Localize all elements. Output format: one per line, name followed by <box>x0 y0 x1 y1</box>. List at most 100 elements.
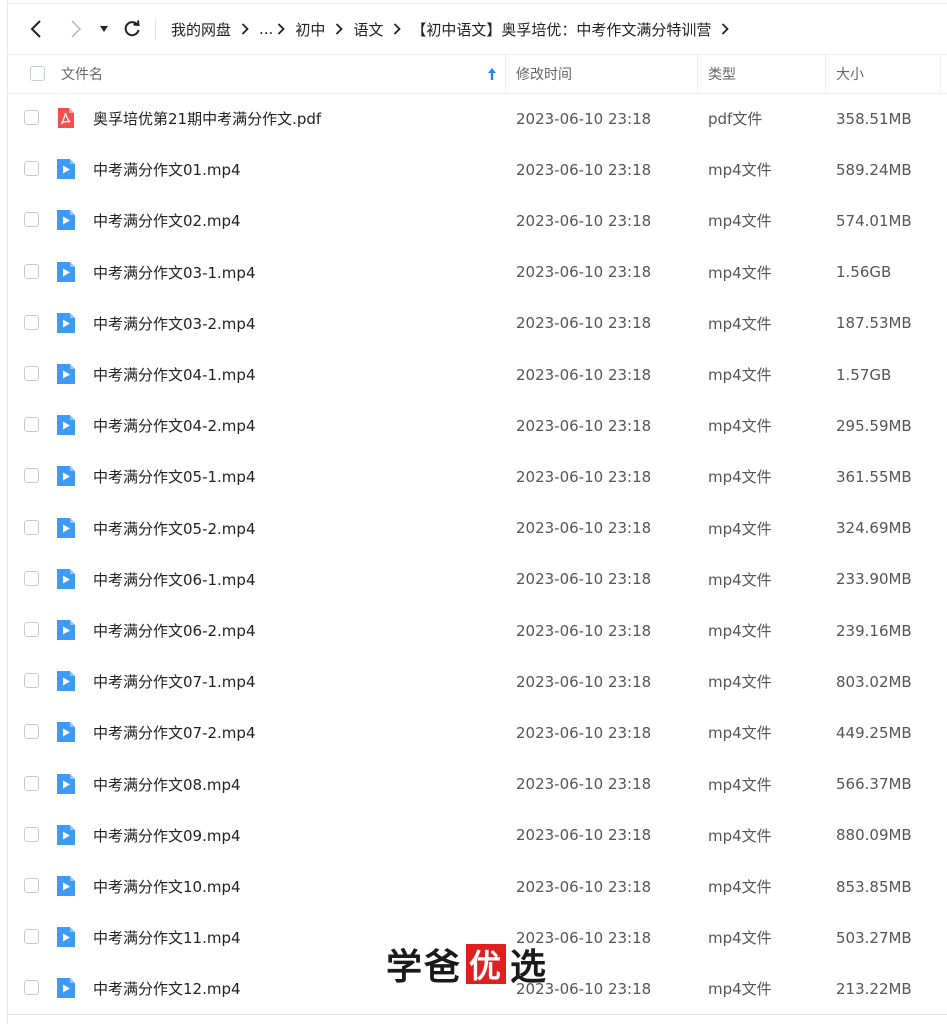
video-icon <box>57 620 75 640</box>
file-row[interactable]: 中考满分作文03-2.mp4 2023-06-10 23:18 mp4文件 187.5… <box>7 298 947 349</box>
column-header-name[interactable]: 文件名 <box>61 55 103 93</box>
file-row[interactable]: 中考满分作文04-1.mp4 2023-06-10 23:18 mp4文件 1.57G… <box>7 349 947 400</box>
file-modified-time: 2023-06-10 23:18 <box>516 621 652 640</box>
sort-ascending-icon[interactable] <box>487 67 497 81</box>
file-list-header: 文件名 修改时间 类型 大小 <box>7 54 947 94</box>
file-row[interactable]: 中考满分作文09.mp4 2023-06-10 23:18 mp4文件 880.09M… <box>7 810 947 861</box>
file-name: 中考满分作文07-1.mp4 <box>93 673 256 692</box>
watermark-logo: 学 爸 优 选 <box>386 941 549 988</box>
caret-down-icon <box>100 26 108 32</box>
column-header-modified[interactable]: 修改时间 <box>516 55 572 93</box>
file-size: 233.90MB <box>836 570 912 589</box>
file-name: 中考满分作文04-1.mp4 <box>93 366 256 384</box>
breadcrumb-item-junior-high[interactable]: 初中 <box>295 19 325 40</box>
forward-button[interactable] <box>65 16 87 42</box>
breadcrumb-item-ellipsis[interactable]: ... <box>259 20 273 38</box>
file-modified-time: 2023-06-10 23:18 <box>516 672 652 691</box>
watermark-char: 选 <box>510 946 549 988</box>
file-modified-time: 2023-06-10 23:18 <box>516 519 652 538</box>
file-type: mp4文件 <box>708 468 772 487</box>
file-row[interactable]: 中考满分作文01.mp4 2023-06-10 23:18 mp4文件 589.24M… <box>7 144 947 195</box>
file-row[interactable]: 中考满分作文07-2.mp4 2023-06-10 23:18 mp4文件 449.2… <box>7 707 947 758</box>
file-name: 中考满分作文06-1.mp4 <box>93 570 256 589</box>
file-size: 1.56GB <box>836 263 892 282</box>
video-icon <box>57 978 75 999</box>
row-checkbox[interactable] <box>24 468 39 484</box>
file-name: 中考满分作文02.mp4 <box>93 212 241 231</box>
file-name: 奥孚培优第21期中考满分作文.pdf <box>93 110 322 128</box>
file-row[interactable]: 中考满分作文10.mp4 2023-06-10 23:18 mp4文件 853.85M… <box>7 861 947 912</box>
row-checkbox[interactable] <box>24 724 39 740</box>
file-row[interactable]: 中考满分作文03-1.mp4 2023-06-10 23:18 mp4文件 1.56G… <box>7 247 947 298</box>
video-icon <box>57 517 75 538</box>
column-header-type[interactable]: 类型 <box>708 55 736 93</box>
breadcrumb-item-chinese[interactable]: 语文 <box>353 19 383 40</box>
file-name: 中考满分作文06-2.mp4 <box>93 622 256 640</box>
file-row[interactable]: 中考满分作文02.mp4 2023-06-10 23:18 mp4文件 574.01M… <box>7 195 947 246</box>
file-name: 中考满分作文08.mp4 <box>93 775 241 794</box>
row-checkbox[interactable] <box>24 110 39 125</box>
file-name: 中考满分作文01.mp4 <box>93 161 241 180</box>
watermark-seal: 优 <box>466 944 507 985</box>
file-row[interactable]: 中考满分作文06-2.mp4 2023-06-10 23:18 mp4文件 239.1… <box>7 605 947 656</box>
video-icon <box>57 312 75 333</box>
file-size: 1.57GB <box>836 365 892 384</box>
row-checkbox[interactable] <box>24 673 39 689</box>
file-row[interactable]: 中考满分作文05-2.mp4 2023-06-10 23:18 mp4文件 324.6… <box>7 503 947 554</box>
video-icon <box>57 159 75 180</box>
row-checkbox[interactable] <box>24 775 39 791</box>
file-name: 中考满分作文10.mp4 <box>93 878 241 896</box>
select-all-checkbox[interactable] <box>30 66 45 81</box>
row-checkbox[interactable] <box>24 519 39 535</box>
history-dropdown-button[interactable] <box>97 16 111 42</box>
video-icon <box>57 466 75 487</box>
file-row[interactable]: 中考满分作文07-1.mp4 2023-06-10 23:18 mp4文件 803.0… <box>7 656 947 707</box>
row-checkbox[interactable] <box>24 417 39 433</box>
file-modified-time: 2023-06-10 23:18 <box>516 160 652 179</box>
breadcrumb-item-my-drive[interactable]: 我的网盘 <box>171 19 231 40</box>
file-size: 213.22MB <box>836 979 912 998</box>
breadcrumb-separator-icon <box>335 23 344 35</box>
file-size: 295.59MB <box>836 416 912 435</box>
row-checkbox[interactable] <box>24 929 39 945</box>
file-row[interactable]: 中考满分作文05-1.mp4 2023-06-10 23:18 mp4文件 361.5… <box>7 451 947 502</box>
toolbar-divider <box>155 18 156 40</box>
file-type: mp4文件 <box>708 570 772 589</box>
video-icon <box>57 927 75 948</box>
row-checkbox[interactable] <box>24 314 39 330</box>
row-checkbox[interactable] <box>24 366 39 381</box>
row-checkbox[interactable] <box>24 878 39 893</box>
file-name: 中考满分作文05-1.mp4 <box>93 468 256 487</box>
pdf-icon <box>58 108 74 128</box>
file-row[interactable]: 奥孚培优第21期中考满分作文.pdf 2023-06-10 23:18 pdf文件 3… <box>7 93 947 144</box>
row-checkbox[interactable] <box>24 980 39 996</box>
video-icon <box>57 415 75 436</box>
row-checkbox[interactable] <box>24 263 39 279</box>
watermark-char: 爸 <box>424 946 463 988</box>
file-type: mp4文件 <box>708 980 772 999</box>
breadcrumb-item-current-folder[interactable]: 【初中语文】奥孚培优：中考作文满分特训营 <box>411 19 711 40</box>
file-name: 中考满分作文11.mp4 <box>93 929 241 948</box>
file-row[interactable]: 中考满分作文06-1.mp4 2023-06-10 23:18 mp4文件 233.9… <box>7 554 947 605</box>
back-button[interactable] <box>25 16 47 42</box>
file-row[interactable]: 中考满分作文04-2.mp4 2023-06-10 23:18 mp4文件 295.5… <box>7 400 947 451</box>
file-size: 566.37MB <box>836 775 912 794</box>
file-row[interactable]: 中考满分作文08.mp4 2023-06-10 23:18 mp4文件 566.37M… <box>7 759 947 810</box>
row-checkbox[interactable] <box>24 622 39 637</box>
file-modified-time: 2023-06-10 23:18 <box>516 416 652 435</box>
breadcrumb-expand-icon[interactable] <box>721 23 730 35</box>
row-checkbox[interactable] <box>24 161 39 177</box>
refresh-button[interactable] <box>121 16 143 42</box>
video-icon <box>57 876 75 896</box>
file-modified-time: 2023-06-10 23:18 <box>516 314 652 333</box>
file-modified-time: 2023-06-10 23:18 <box>516 775 652 794</box>
row-checkbox[interactable] <box>24 826 39 842</box>
chevron-left-icon <box>30 20 41 38</box>
file-type: mp4文件 <box>708 263 772 282</box>
file-modified-time: 2023-06-10 23:18 <box>516 570 652 589</box>
column-header-size[interactable]: 大小 <box>836 55 864 93</box>
row-checkbox[interactable] <box>24 212 39 228</box>
column-divider <box>697 55 698 93</box>
row-checkbox[interactable] <box>24 570 39 586</box>
file-type: mp4文件 <box>708 929 772 948</box>
